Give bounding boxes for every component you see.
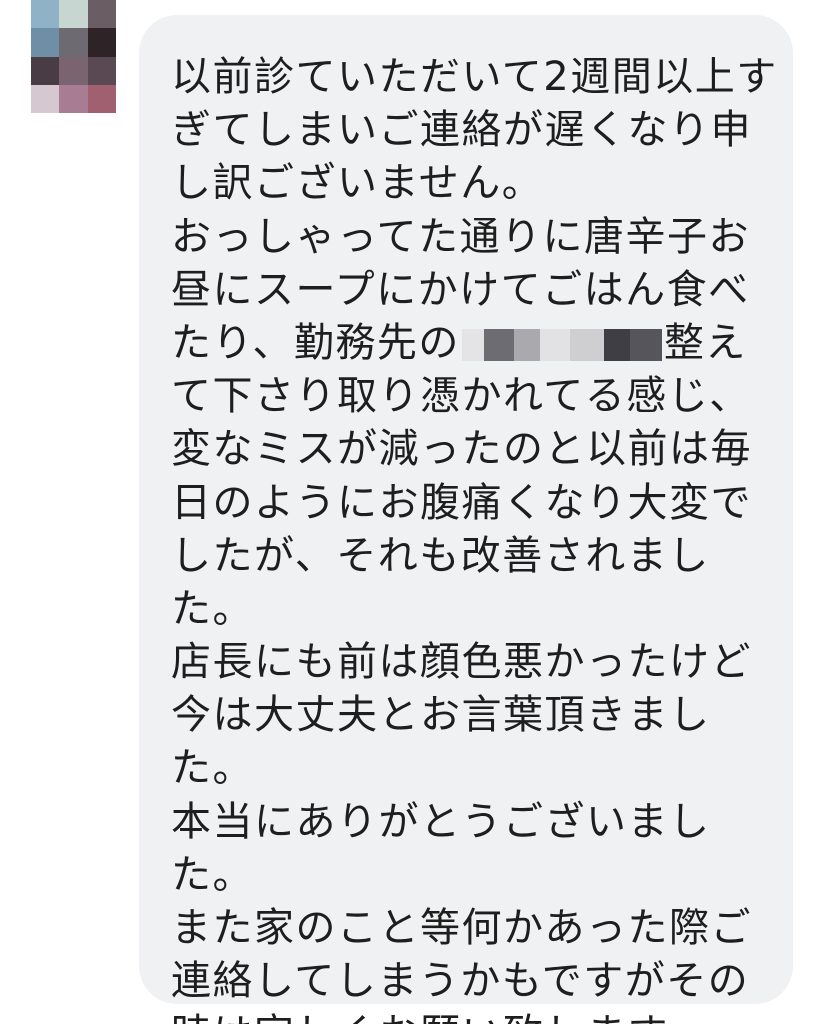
avatar-pixel xyxy=(87,56,116,85)
avatar-pixel xyxy=(59,28,88,57)
avatar-pixel xyxy=(31,0,60,29)
message-line: 連絡してしまうかもですがその xyxy=(171,958,750,1005)
message-text: 整え xyxy=(663,319,747,366)
message-line: ぎてしまいご連絡が遅くなり申 xyxy=(171,107,752,154)
avatar-pixel xyxy=(87,0,116,29)
avatar-pixel xyxy=(31,84,60,113)
message-line: た。 xyxy=(171,851,254,898)
message-line: おっしゃってた通りに唐辛子お xyxy=(171,213,750,260)
message-line: 以前診ていただいて2週間以上す xyxy=(171,54,778,100)
message-line: 本当にありがとうございまし xyxy=(171,798,711,845)
message-line: 変なミスが減ったのと以前は毎 xyxy=(171,426,752,473)
message-line: し訳ございません。 xyxy=(171,160,544,207)
message-line: 店長にも前は顔色悪かったけど xyxy=(171,639,752,686)
message-line: た。 xyxy=(171,745,254,792)
avatar-pixel xyxy=(31,56,60,85)
message-bubble: 以前診ていただいて2週間以上す ぎてしまいご連絡が遅くなり申 し訳ございません。… xyxy=(139,15,793,1024)
message-line: 時は宜しくお願い致します。 xyxy=(171,1008,793,1024)
redacted-mosaic xyxy=(461,325,662,365)
message-line-redacted: たり、勤務先の 整え xyxy=(171,317,793,370)
message-line: したが、それも改善されまし xyxy=(171,532,710,579)
message-line: た。 xyxy=(171,585,254,632)
message-text: たり、勤務先の xyxy=(171,319,460,366)
avatar-pixel xyxy=(59,84,88,113)
avatar-pixel xyxy=(87,84,116,113)
avatar-pixel xyxy=(87,28,116,57)
avatar[interactable] xyxy=(31,0,116,113)
message-line: 昼にスープにかけてごはん食べ xyxy=(171,266,750,313)
message-line: 日のようにお腹痛くなり大変で xyxy=(171,479,752,526)
message-line: 今は大丈夫とお言葉頂きまし xyxy=(171,692,711,739)
message-line: また家のこと等何かあった際ご xyxy=(171,905,752,951)
avatar-pixel xyxy=(31,28,60,57)
message-line: て下さり取り憑かれてる感じ、 xyxy=(171,373,751,420)
avatar-pixel xyxy=(59,56,88,85)
avatar-pixel xyxy=(59,0,88,29)
